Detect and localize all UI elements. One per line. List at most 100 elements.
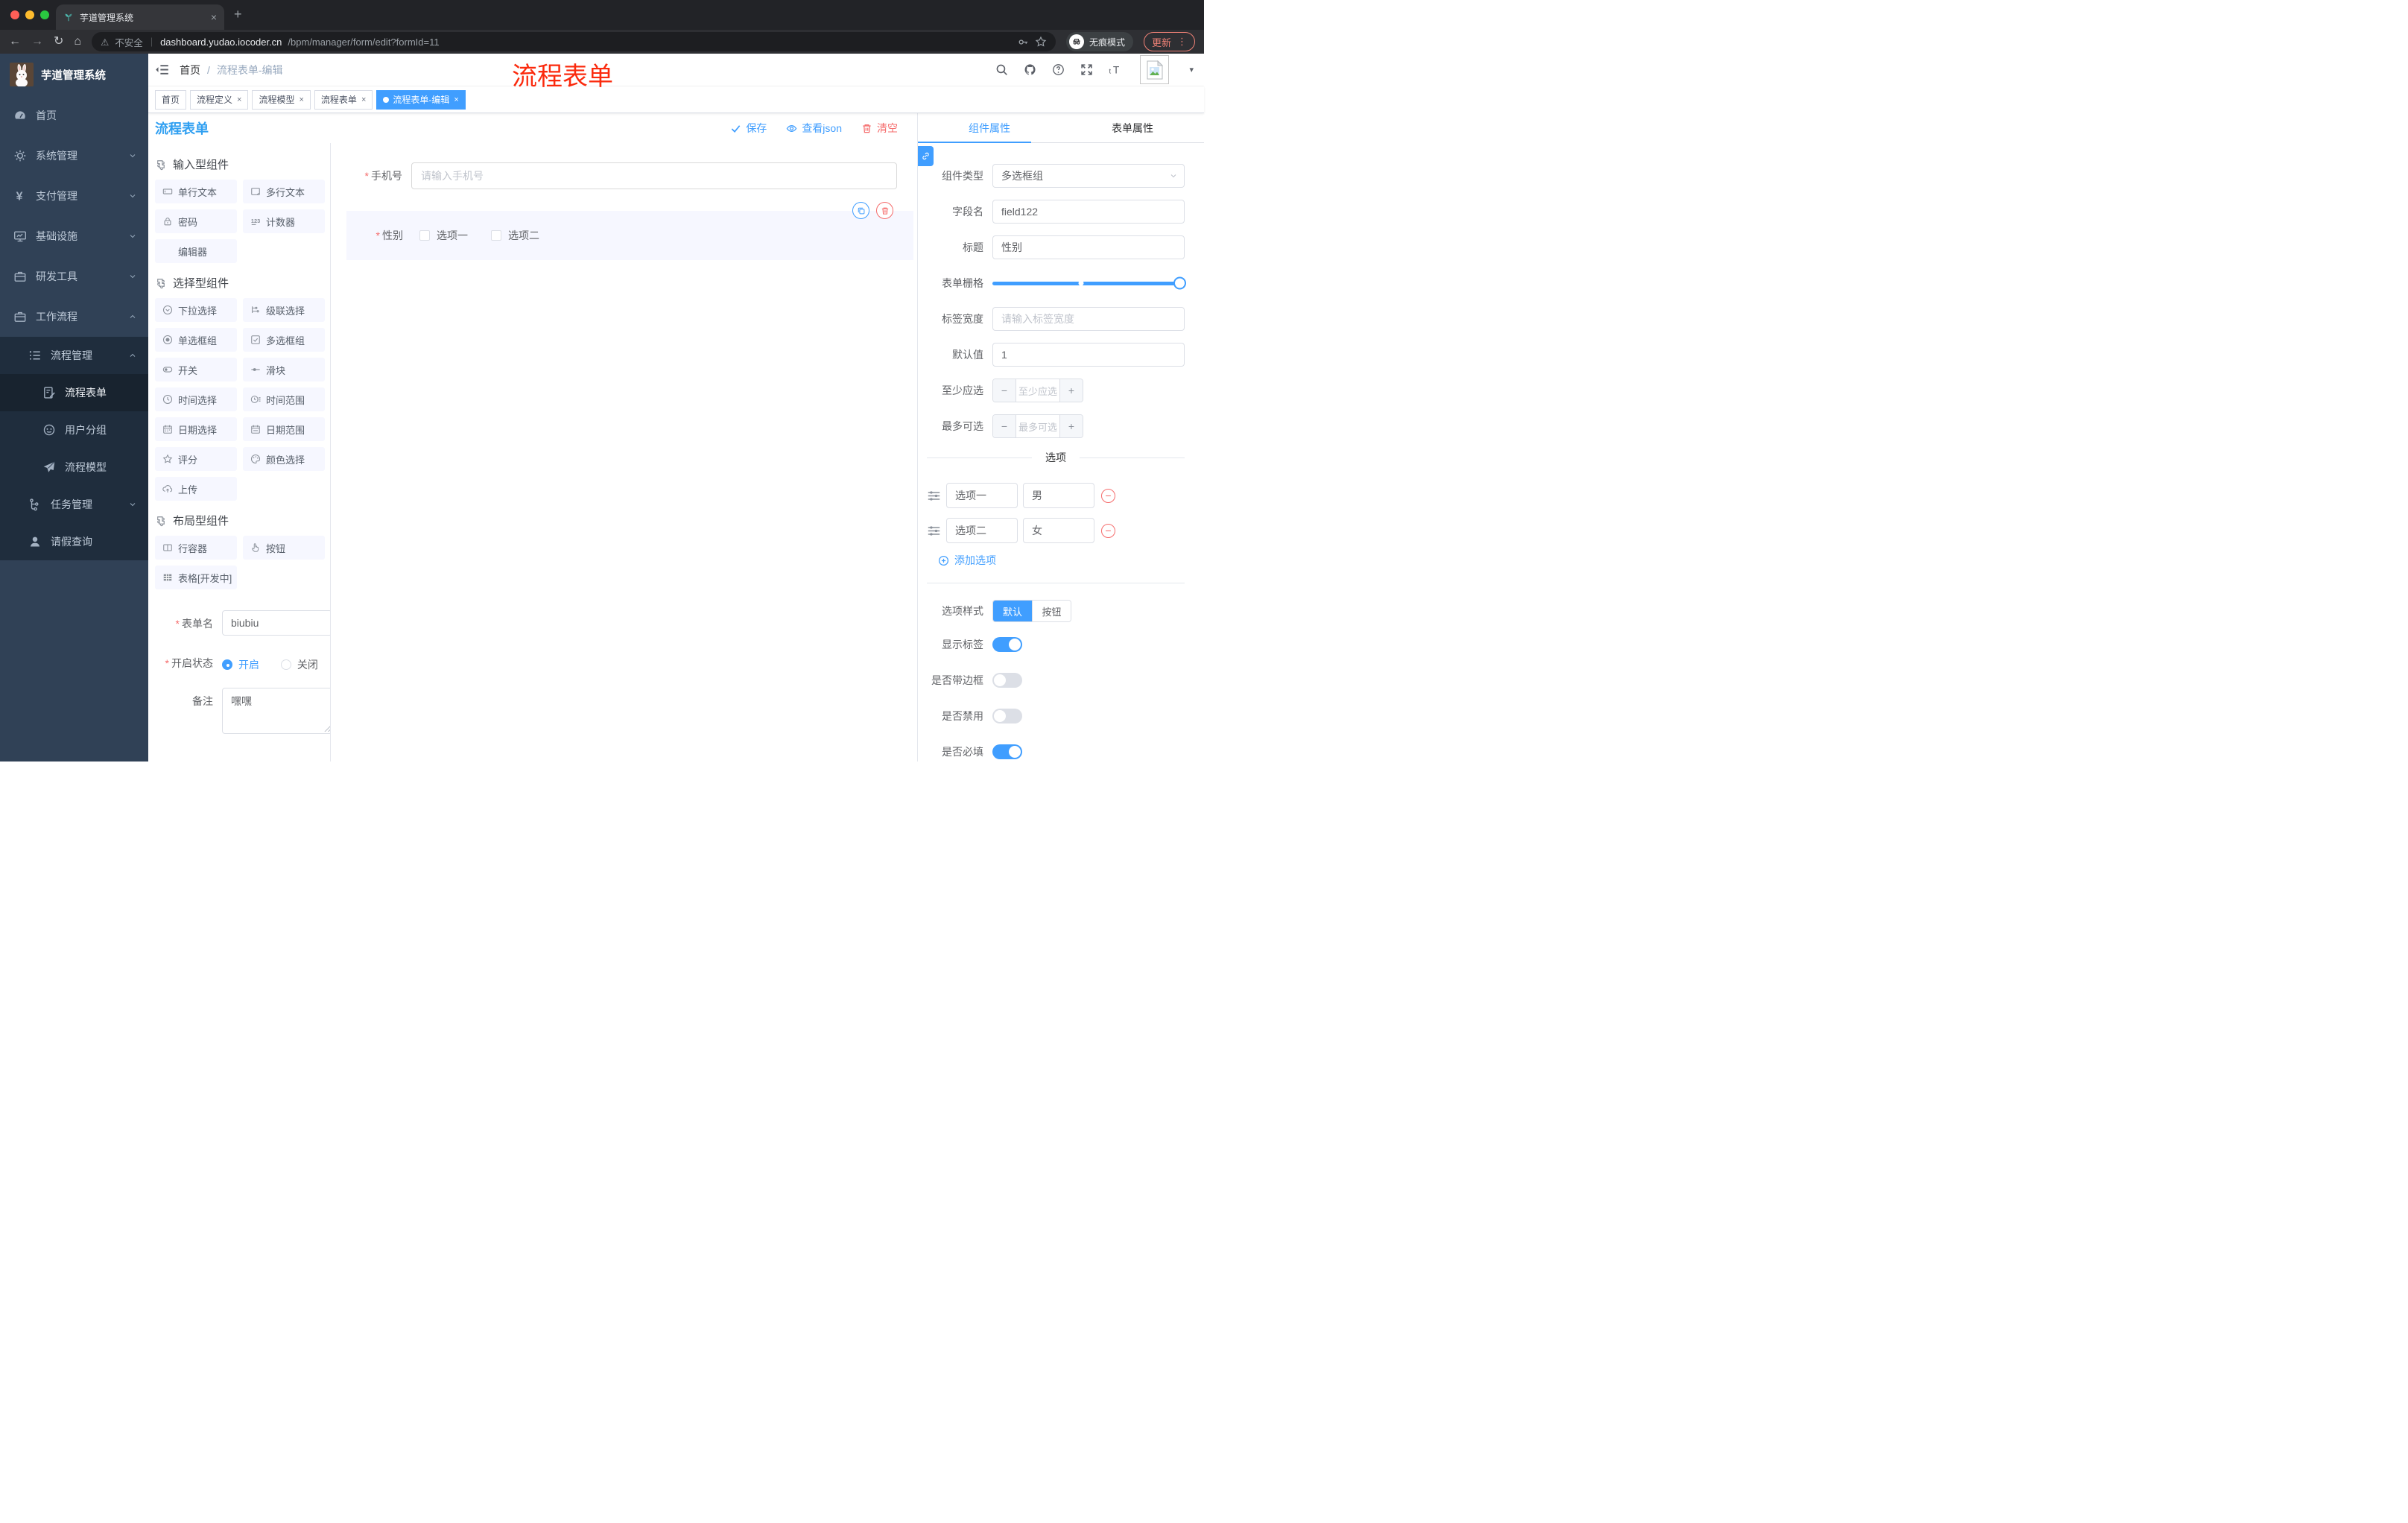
palette-item-button[interactable]: 按钮 [243,536,325,560]
option-2-name-input[interactable]: 选项二 [946,518,1018,543]
style-button-button[interactable]: 按钮 [1032,601,1071,621]
key-icon[interactable] [1018,37,1029,48]
sidebar-item-process-mgmt[interactable]: 流程管理 [0,337,148,374]
delete-component-button[interactable] [876,202,893,219]
palette-item-slider[interactable]: 滑块 [243,358,325,381]
address-bar[interactable]: ⚠ 不安全 | dashboard.yudao.iocoder.cn/bpm/m… [92,32,1056,51]
option-1-name-input[interactable]: 选项一 [946,483,1018,508]
style-default-button[interactable]: 默认 [993,601,1032,621]
clear-button[interactable]: 清空 [861,121,898,136]
selected-component-gender[interactable]: * 性别 选项一 选项二 [346,202,913,260]
palette-item-upload[interactable]: 上传 [155,477,237,501]
sidebar-item-devtools[interactable]: 研发工具 [0,256,148,297]
github-icon[interactable] [1024,63,1036,76]
add-option-button[interactable]: 添加选项 [938,553,1185,568]
phone-input[interactable]: 请输入手机号 [411,162,897,189]
avatar-caret-icon[interactable]: ▾ [1189,65,1194,75]
sidebar-item-payment[interactable]: 支付管理 [0,176,148,216]
browser-menu-dots-icon[interactable]: ⋮ [1177,36,1187,48]
palette-item-checkbox-group[interactable]: 多选框组 [243,328,325,352]
gender-option-1-checkbox[interactable]: 选项一 [419,228,468,243]
window-controls[interactable] [10,10,49,19]
form-name-input[interactable]: biubiu [222,610,330,636]
palette-item-table[interactable]: 表格[开发中] [155,566,237,589]
browser-tab[interactable]: 芋道管理系统 × [56,4,224,30]
checkbox-box[interactable] [419,230,430,241]
stepper-plus-button[interactable]: + [1060,379,1083,402]
breadcrumb-home[interactable]: 首页 [180,63,200,77]
stepper-minus-button[interactable]: − [993,415,1016,437]
min-select-input[interactable]: 至少应选 [1016,379,1060,402]
bookmark-star-icon[interactable] [1035,36,1047,48]
minimize-window-button[interactable] [25,10,34,19]
disabled-toggle[interactable] [992,709,1022,723]
grid-slider[interactable] [992,271,1186,295]
sidebar-item-infra[interactable]: 基础设施 [0,216,148,256]
max-select-input[interactable]: 最多可选 [1016,415,1060,437]
remark-textarea[interactable]: 嘿嘿 [222,688,330,734]
tag-close-icon[interactable]: × [361,95,366,104]
tag-process-form-edit[interactable]: 流程表单-编辑 × [376,89,466,110]
slider-handle[interactable] [1173,276,1186,290]
reload-icon[interactable]: ↻ [54,36,63,48]
palette-item-single-text[interactable]: 单行文本 [155,180,237,203]
new-tab-button[interactable]: + [234,7,242,21]
save-button[interactable]: 保存 [730,121,767,136]
palette-item-counter[interactable]: 计数器 [243,209,325,233]
fullscreen-icon[interactable] [1080,63,1093,76]
sidebar-item-system[interactable]: 系统管理 [0,136,148,176]
maximize-window-button[interactable] [40,10,49,19]
checkbox-box[interactable] [491,230,501,241]
sidebar-item-process-form[interactable]: 流程表单 [0,374,148,411]
view-json-button[interactable]: 查看json [786,121,842,136]
sidebar-collapse-icon[interactable] [155,63,169,77]
slider-track[interactable] [992,276,1186,290]
sidebar-item-user-group[interactable]: 用户分组 [0,411,148,449]
copy-component-button[interactable] [852,202,869,219]
palette-item-time-range[interactable]: 时间范围 [243,387,325,411]
search-icon[interactable] [995,63,1008,76]
drag-handle-icon[interactable] [927,489,941,503]
palette-item-dropdown[interactable]: 下拉选择 [155,298,237,322]
link-affix-button[interactable] [918,146,934,166]
default-value-input[interactable]: 1 [992,343,1185,367]
help-icon[interactable] [1052,63,1065,76]
forward-icon[interactable]: → [31,36,43,48]
avatar[interactable] [1140,55,1170,84]
remove-option-button[interactable]: − [1101,488,1115,503]
drag-handle-icon[interactable] [927,524,941,538]
form-canvas[interactable]: * 手机号 请输入手机号 * 性别 选项一 选项二 [331,143,917,762]
tag-process-model[interactable]: 流程模型 × [252,89,311,110]
palette-item-radio-group[interactable]: 单选框组 [155,328,237,352]
tag-process-definition[interactable]: 流程定义 × [190,89,249,110]
close-window-button[interactable] [10,10,19,19]
min-select-stepper[interactable]: − 至少应选 + [992,379,1083,402]
tag-close-icon[interactable]: × [299,95,303,104]
tag-process-form[interactable]: 流程表单 × [314,89,373,110]
palette-item-multi-text[interactable]: 多行文本 [243,180,325,203]
option-2-value-input[interactable]: 女 [1023,518,1094,543]
home-icon[interactable]: ⌂ [74,36,81,48]
palette-item-switch[interactable]: 开关 [155,358,237,381]
stepper-minus-button[interactable]: − [993,379,1016,402]
palette-item-date-picker[interactable]: 日期选择 [155,417,237,441]
sidebar-item-process-model[interactable]: 流程模型 [0,449,148,486]
status-radio-closed[interactable]: 关闭 [280,657,318,672]
tab-form-props[interactable]: 表单属性 [1061,113,1204,142]
sidebar-item-workflow[interactable]: 工作流程 [0,297,148,337]
max-select-stepper[interactable]: − 最多可选 + [992,414,1083,438]
required-toggle[interactable] [992,744,1022,759]
title-input[interactable]: 性别 [992,235,1185,259]
tab-component-props[interactable]: 组件属性 [918,113,1061,143]
palette-item-color-picker[interactable]: 颜色选择 [243,447,325,471]
status-radio-open[interactable]: 开启 [222,657,259,672]
component-type-select[interactable]: 多选框组 [992,164,1185,188]
stepper-plus-button[interactable]: + [1060,415,1083,437]
font-size-icon[interactable] [1109,63,1121,76]
sidebar-item-home[interactable]: 首页 [0,95,148,136]
tab-close-icon[interactable]: × [211,11,217,23]
security-label[interactable]: 不安全 [115,35,143,49]
gender-option-2-checkbox[interactable]: 选项二 [491,228,539,243]
palette-item-editor[interactable]: 编辑器 [155,239,237,263]
bordered-toggle[interactable] [992,673,1022,688]
